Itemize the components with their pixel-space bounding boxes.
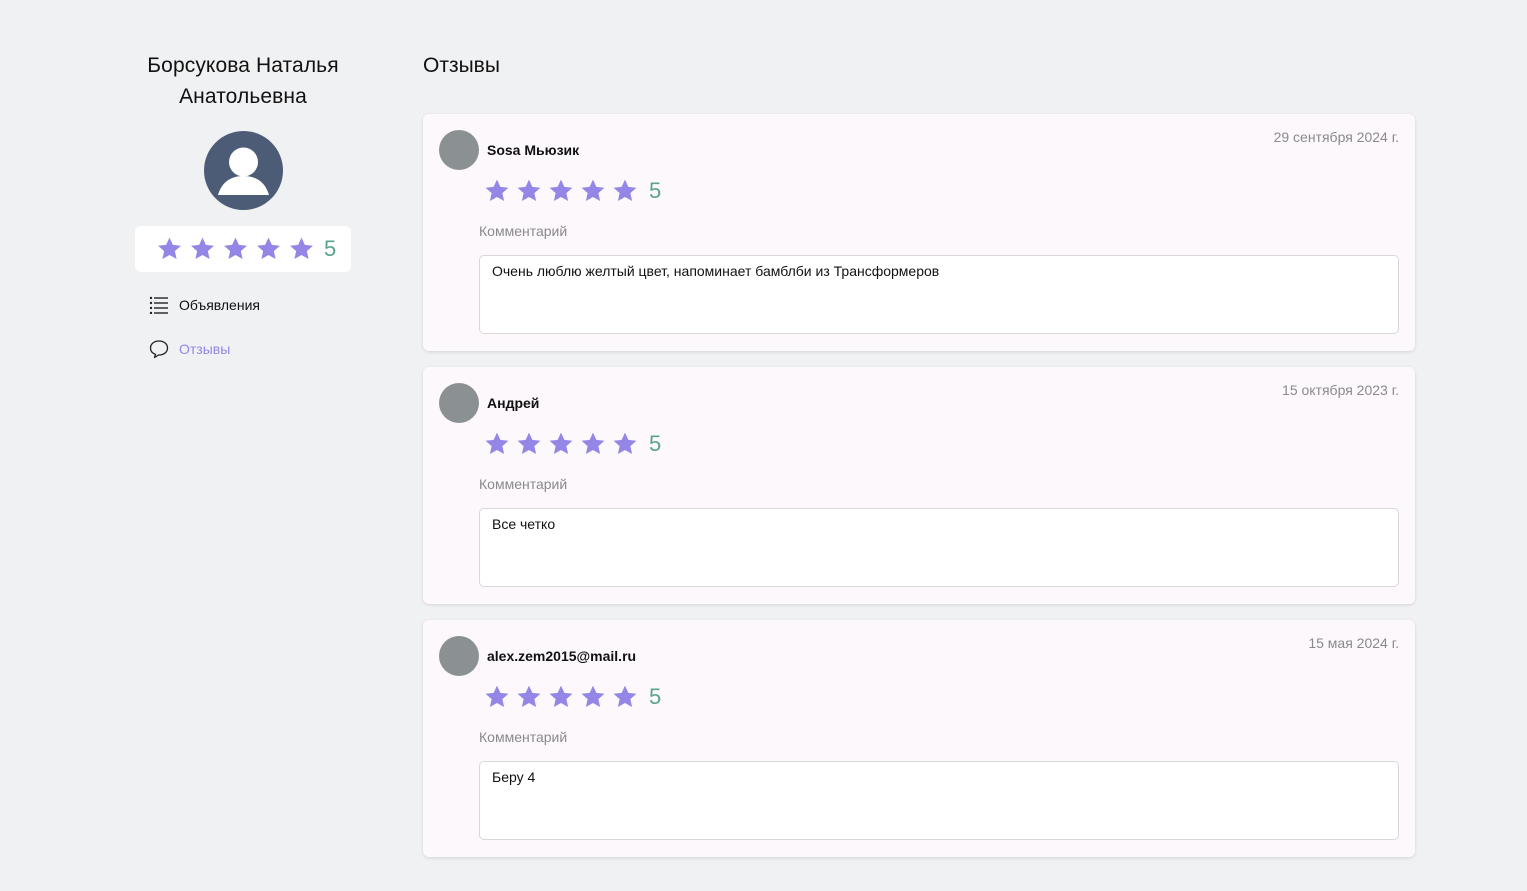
review-rating: 5 [481, 177, 661, 205]
profile-avatar-icon [203, 131, 283, 210]
profile-stars [153, 235, 318, 263]
review-card: Андрей 15 октября 2023 г. 5 Комментарий … [423, 367, 1415, 604]
reviewer-name[interactable]: Sosa Мьюзик [487, 142, 579, 158]
star-icon [485, 432, 509, 455]
star-icon [257, 237, 280, 260]
profile-rating: 5 [135, 226, 351, 272]
star-icon [581, 685, 605, 708]
star-icon [549, 685, 573, 708]
reviews-list: Sosa Мьюзик 29 сентября 2024 г. 5 Коммен… [423, 114, 1415, 857]
review-rating: 5 [481, 683, 661, 711]
review-date: 15 октября 2023 г. [1282, 382, 1399, 398]
comment-label: Комментарий [479, 476, 568, 492]
star-icon [290, 237, 313, 260]
reviewer-name[interactable]: Андрей [487, 395, 539, 411]
star-icon [158, 237, 181, 260]
reviewer-name[interactable]: alex.zem2015@mail.ru [487, 648, 636, 664]
star-icon [224, 237, 247, 260]
star-icon [485, 179, 509, 202]
review-card: Sosa Мьюзик 29 сентября 2024 г. 5 Коммен… [423, 114, 1415, 351]
nav-item-label: Объявления [179, 297, 260, 313]
review-date: 29 сентября 2024 г. [1273, 129, 1399, 145]
review-rating-value: 5 [649, 431, 662, 456]
review-rating-value: 5 [649, 684, 662, 709]
list-icon [149, 295, 169, 315]
page-title: Отзывы [423, 54, 500, 77]
comment-box: Беру 4 [479, 761, 1399, 840]
comment-label: Комментарий [479, 729, 568, 745]
star-icon [581, 432, 605, 455]
profile-sidebar: Борсукова Наталья Анатольевна 5 Объявлен… [135, 50, 351, 382]
star-icon [581, 179, 605, 202]
review-card: alex.zem2015@mail.ru 15 мая 2024 г. 5 Ко… [423, 620, 1415, 857]
star-icon [517, 432, 541, 455]
avatar[interactable] [439, 636, 479, 676]
star-icon [191, 237, 214, 260]
profile-rating-value: 5 [324, 236, 337, 261]
star-icon [613, 432, 637, 455]
review-rating-value: 5 [649, 178, 662, 203]
comment-box: Все четко [479, 508, 1399, 587]
profile-name: Борсукова Наталья Анатольевна [147, 54, 339, 108]
profile-nav: Объявления Отзывы [135, 294, 351, 360]
star-icon [613, 685, 637, 708]
review-date: 15 мая 2024 г. [1308, 635, 1399, 651]
reviews-section: Отзывы Sosa Мьюзик 29 сентября 2024 г. 5… [423, 50, 1415, 873]
review-rating: 5 [481, 430, 661, 458]
nav-item-label: Отзывы [179, 341, 231, 357]
comment-box: Очень люблю желтый цвет, напоминает бамб… [479, 255, 1399, 334]
avatar[interactable] [439, 383, 479, 423]
star-icon [485, 685, 509, 708]
star-icon [549, 432, 573, 455]
comment-icon [149, 339, 169, 359]
star-icon [517, 179, 541, 202]
nav-item-reviews[interactable]: Отзывы [135, 338, 351, 360]
star-icon [613, 179, 637, 202]
star-icon [549, 179, 573, 202]
comment-label: Комментарий [479, 223, 568, 239]
nav-item-ads[interactable]: Объявления [135, 294, 351, 316]
avatar[interactable] [439, 130, 479, 170]
star-icon [517, 685, 541, 708]
